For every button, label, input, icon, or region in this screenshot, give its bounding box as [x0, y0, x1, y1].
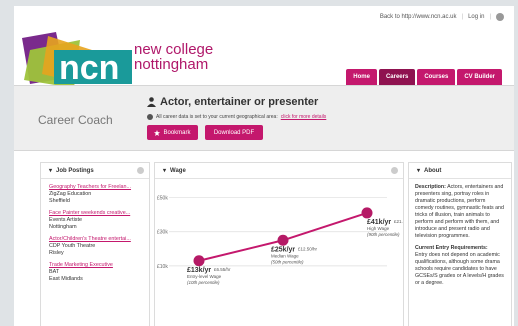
job-posting-location: Sheffield [49, 198, 70, 204]
wage-hourly-label: £12.50/hr [298, 246, 318, 251]
main-nav: Home Careers Courses CV Builder [346, 69, 502, 85]
job-posting: Trade Marketing Executive BAT East Midla… [41, 262, 149, 283]
career-coach-title: Career Coach [38, 113, 113, 127]
job-posting: Geography Teachers for Freelan... ZigZag… [41, 184, 149, 205]
location-note-text: All career data is set to your current g… [156, 114, 278, 120]
globe-icon[interactable] [496, 13, 504, 21]
wage-value-label: £25k/yr [271, 246, 295, 253]
bookmark-button[interactable]: Bookmark [147, 125, 198, 140]
wage-point [193, 255, 205, 267]
about-title: About [424, 167, 442, 174]
wage-desc-label: High Wage [367, 226, 390, 231]
job-posting-employer: Events Artiste [49, 217, 82, 223]
wage-value-label: £41k/yr [367, 219, 391, 226]
bookmark-label: Bookmark [163, 129, 191, 136]
job-posting: Face Painter weekends creative... Events… [41, 210, 149, 231]
y-tick-label: £50k [157, 196, 168, 202]
collapse-arrow-icon: ▾ [163, 168, 167, 174]
info-icon [147, 114, 153, 120]
about-text: Description: Actors, entertainers and pr… [409, 179, 511, 292]
collapse-arrow-icon: ▾ [417, 168, 421, 174]
y-tick-label: £10k [157, 264, 168, 270]
wage-value-label: £13k/yr [187, 267, 211, 274]
wage-percentile-label: (50th percentile) [271, 259, 304, 264]
page: Back to http://www.ncn.ac.uk | Log in | … [14, 6, 514, 326]
job-posting-title[interactable]: Trade Marketing Executive [49, 262, 141, 269]
job-posting-title[interactable]: Face Painter weekends creative... [49, 210, 141, 217]
wage-hourly-label: £6.55/hr [214, 267, 231, 272]
nav-tab-courses[interactable]: Courses [417, 69, 456, 85]
login-link[interactable]: Log in [468, 14, 484, 20]
gear-icon[interactable] [391, 167, 398, 174]
wage-percentile-label: (90th percentile) [367, 232, 400, 237]
gear-icon[interactable] [137, 167, 144, 174]
location-details-link[interactable]: click for more details [281, 114, 327, 120]
y-tick-label: £30k [157, 230, 168, 236]
entry-requirements-text: Entry does not depend on academic qualif… [415, 252, 504, 286]
job-posting-title[interactable]: Actor/Children's Theatre entertai... [49, 236, 141, 243]
star-icon [154, 129, 161, 136]
job-posting-employer: BAT [49, 269, 60, 275]
nav-tab-cv-builder[interactable]: CV Builder [457, 69, 502, 85]
job-postings-panel: ▾ Job Postings Geography Teachers for Fr… [40, 162, 150, 326]
entry-requirements-label: Current Entry Requirements: [415, 245, 488, 251]
top-links: Back to http://www.ncn.ac.uk | Log in | [380, 13, 504, 21]
person-icon [147, 97, 156, 107]
wage-point [361, 207, 373, 219]
back-link[interactable]: Back to http://www.ncn.ac.uk [380, 14, 457, 20]
role-heading: Actor, entertainer or presenter [147, 96, 318, 108]
about-panel: ▾ About Description: Actors, entertainer… [408, 162, 512, 326]
description-label: Description: [415, 184, 446, 190]
brand-line1: new college [134, 41, 214, 58]
description-text: Actors, entertainers and presenters sing… [415, 184, 504, 239]
job-posting-location: Nottingham [49, 224, 77, 230]
job-posting-title[interactable]: Geography Teachers for Freelan... [49, 184, 141, 191]
about-header[interactable]: ▾ About [409, 163, 511, 179]
job-posting-location: Risley [49, 250, 64, 256]
download-pdf-button[interactable]: Download PDF [205, 125, 263, 140]
career-coach-band: Career Coach Actor, entertainer or prese… [14, 85, 514, 151]
job-postings-title: Job Postings [56, 167, 94, 174]
wage-header[interactable]: ▾ Wage [155, 163, 403, 179]
wage-chart: £50k £30k £10k £13k/yr £6.55/hr Entry-level W… [157, 196, 403, 285]
job-posting-employer: ZigZag Education [49, 191, 92, 197]
wage-panel: ▾ Wage £50k £30k £10k £13k/yr £6.55/hr Entry-… [154, 162, 404, 326]
job-posting-employer: CDP Youth Theatre [49, 243, 96, 249]
logo-letters: ncn [59, 49, 119, 87]
wage-point [277, 234, 289, 246]
job-posting-location: East Midlands [49, 276, 83, 282]
job-postings-header[interactable]: ▾ Job Postings [41, 163, 149, 179]
nav-tab-careers[interactable]: Careers [378, 69, 416, 85]
wage-percentile-label: (10th percentile) [187, 280, 220, 285]
brand-line2: nottingham [134, 56, 209, 73]
wage-title: Wage [170, 167, 186, 174]
wage-desc-label: Median Wage [271, 253, 299, 258]
wage-desc-label: Entry-level Wage [187, 274, 222, 279]
brand-name: new college nottingham [134, 42, 213, 72]
nav-tab-home[interactable]: Home [346, 69, 377, 85]
role-title: Actor, entertainer or presenter [160, 96, 319, 108]
collapse-arrow-icon: ▾ [49, 168, 53, 174]
wage-hourly-label: £21.27/hr [394, 219, 403, 224]
job-posting: Actor/Children's Theatre entertai... CDP… [41, 236, 149, 257]
location-note: All career data is set to your current g… [147, 114, 326, 120]
